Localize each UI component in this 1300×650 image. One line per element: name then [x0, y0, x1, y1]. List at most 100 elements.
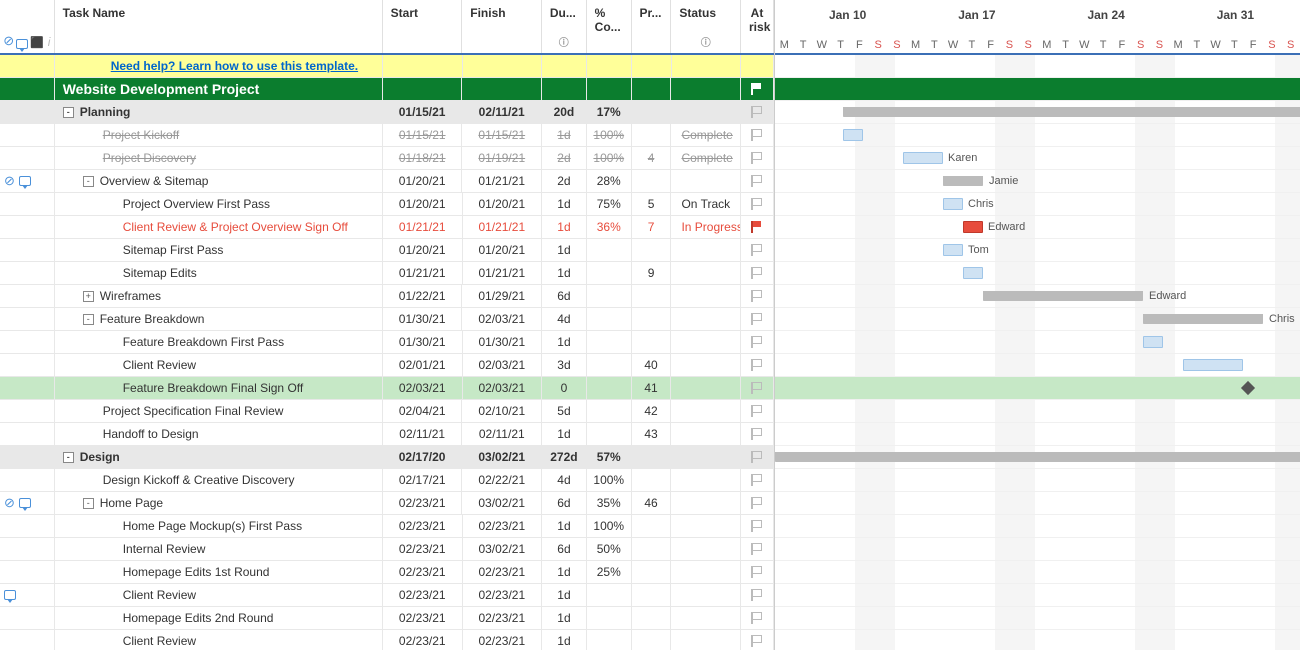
cell-start[interactable]: 02/17/21 — [383, 469, 463, 491]
cell-pct[interactable] — [587, 630, 632, 650]
cell-dur[interactable] — [542, 55, 587, 77]
task-name-cell[interactable]: Project Discovery — [55, 147, 383, 169]
cell-status[interactable]: In Progress — [671, 216, 741, 238]
cell-pct[interactable]: 100% — [587, 147, 632, 169]
cell-pred[interactable]: 42 — [632, 400, 672, 422]
expand-icon[interactable]: + — [83, 291, 94, 302]
task-name-cell[interactable]: Project Overview First Pass — [55, 193, 383, 215]
cell-status[interactable] — [671, 285, 741, 307]
cell-pred[interactable]: 7 — [632, 216, 672, 238]
flag-icon[interactable] — [751, 336, 763, 348]
cell-pred[interactable] — [632, 170, 672, 192]
gantt-bar[interactable]: Tom — [943, 244, 963, 256]
cell-finish[interactable]: 01/19/21 — [462, 147, 542, 169]
cell-dur[interactable]: 0 — [542, 377, 587, 399]
task-name-cell[interactable]: Need help? Learn how to use this templat… — [55, 55, 383, 77]
cell-dur[interactable]: 20d — [542, 101, 587, 123]
cell-pct[interactable] — [587, 285, 632, 307]
task-name-cell[interactable]: -Planning — [55, 101, 383, 123]
flag-icon[interactable] — [751, 635, 763, 647]
cell-pred[interactable] — [632, 285, 672, 307]
cell-finish[interactable]: 02/11/21 — [462, 101, 542, 123]
cell-pct[interactable]: 57% — [587, 446, 632, 468]
cell-pct[interactable] — [587, 308, 632, 330]
cell-at-risk[interactable] — [741, 285, 774, 307]
cell-finish[interactable]: 01/29/21 — [462, 285, 542, 307]
task-row[interactable]: -Planning01/15/2102/11/2120d17% — [0, 101, 774, 124]
task-name-cell[interactable]: +Wireframes — [55, 285, 383, 307]
flag-icon[interactable] — [751, 267, 763, 279]
cell-pct[interactable] — [587, 377, 632, 399]
task-row[interactable]: Client Review02/01/2102/03/213d40 — [0, 354, 774, 377]
cell-pred[interactable] — [632, 538, 672, 560]
cell-start[interactable] — [383, 55, 463, 77]
cell-pct[interactable]: 100% — [587, 469, 632, 491]
cell-finish[interactable]: 01/20/21 — [463, 193, 543, 215]
cell-at-risk[interactable] — [741, 101, 774, 123]
attachment-icon[interactable]: ⊘ — [4, 173, 15, 189]
cell-dur[interactable]: 1d — [542, 239, 587, 261]
flag-icon[interactable] — [751, 175, 763, 187]
cell-status[interactable]: Complete — [671, 147, 741, 169]
cell-pct[interactable]: 28% — [587, 170, 632, 192]
cell-status[interactable] — [671, 584, 741, 606]
cell-dur[interactable] — [542, 78, 587, 100]
cell-pct[interactable] — [587, 423, 632, 445]
task-name-cell[interactable]: Client Review — [55, 630, 383, 650]
cell-start[interactable]: 02/11/21 — [383, 423, 463, 445]
cell-status[interactable] — [671, 423, 741, 445]
cell-pred[interactable]: 46 — [632, 492, 672, 514]
cell-finish[interactable]: 02/10/21 — [462, 400, 542, 422]
task-row[interactable]: Design Kickoff & Creative Discovery02/17… — [0, 469, 774, 492]
cell-dur[interactable]: 1d — [542, 561, 587, 583]
cell-dur[interactable]: 1d — [542, 630, 587, 650]
cell-start[interactable]: 01/20/21 — [383, 170, 463, 192]
task-row[interactable]: Handoff to Design02/11/2102/11/211d43 — [0, 423, 774, 446]
cell-at-risk[interactable] — [741, 55, 774, 77]
header-start[interactable]: Start — [383, 0, 463, 53]
task-name-cell[interactable]: Client Review & Project Overview Sign Of… — [55, 216, 383, 238]
cell-pct[interactable]: 75% — [587, 193, 632, 215]
task-row[interactable]: Project Overview First Pass01/20/2101/20… — [0, 193, 774, 216]
comment-icon[interactable] — [19, 176, 31, 186]
cell-pct[interactable]: 35% — [587, 492, 632, 514]
task-name-cell[interactable]: Feature Breakdown Final Sign Off — [55, 377, 383, 399]
cell-dur[interactable]: 4d — [542, 469, 587, 491]
cell-at-risk[interactable] — [741, 561, 774, 583]
task-row[interactable]: +Wireframes01/22/2101/29/216d — [0, 285, 774, 308]
attachment-icon[interactable]: ⊘ — [4, 495, 15, 511]
task-name-cell[interactable]: Homepage Edits 2nd Round — [55, 607, 383, 629]
cell-at-risk[interactable] — [741, 216, 774, 238]
task-row[interactable]: Project Discovery01/18/2101/19/212d100%4… — [0, 147, 774, 170]
cell-start[interactable]: 01/20/21 — [383, 239, 463, 261]
cell-status[interactable] — [671, 400, 741, 422]
cell-at-risk[interactable] — [741, 354, 774, 376]
cell-at-risk[interactable] — [741, 239, 774, 261]
cell-finish[interactable]: 01/21/21 — [463, 262, 543, 284]
collapse-icon[interactable]: - — [63, 107, 74, 118]
collapse-icon[interactable]: - — [83, 176, 94, 187]
cell-finish[interactable]: 02/03/21 — [462, 308, 542, 330]
task-name-cell[interactable]: Design Kickoff & Creative Discovery — [55, 469, 383, 491]
cell-status[interactable] — [672, 55, 742, 77]
cell-pct[interactable]: 100% — [587, 515, 632, 537]
cell-pred[interactable] — [632, 239, 672, 261]
cell-dur[interactable]: 1d — [542, 193, 587, 215]
cell-status[interactable] — [671, 239, 741, 261]
cell-finish[interactable] — [463, 55, 543, 77]
cell-status[interactable] — [671, 492, 741, 514]
task-row[interactable]: Need help? Learn how to use this templat… — [0, 55, 774, 78]
gantt-bar[interactable] — [1143, 336, 1163, 348]
cell-pred[interactable] — [632, 55, 672, 77]
cell-at-risk[interactable] — [741, 492, 774, 514]
cell-at-risk[interactable] — [741, 377, 774, 399]
flag-icon[interactable] — [751, 474, 763, 486]
task-name-cell[interactable]: Client Review — [55, 354, 383, 376]
cell-start[interactable]: 02/23/21 — [383, 492, 463, 514]
task-name-cell[interactable]: Sitemap Edits — [55, 262, 383, 284]
flag-icon[interactable] — [751, 221, 763, 233]
flag-icon[interactable] — [751, 405, 763, 417]
cell-at-risk[interactable] — [741, 630, 774, 650]
cell-dur[interactable]: 1d — [542, 584, 587, 606]
flag-icon[interactable] — [751, 543, 763, 555]
